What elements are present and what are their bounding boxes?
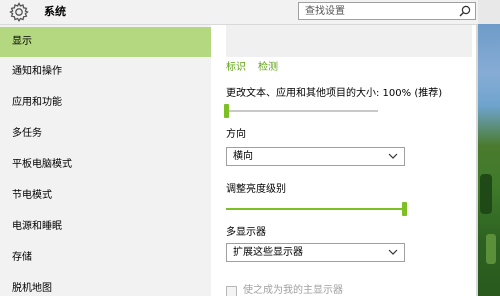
multiple-displays-dropdown[interactable]: 扩展这些显示器 (226, 243, 405, 262)
brightness-label: 调整亮度级别 (226, 184, 286, 195)
display-preview[interactable] (226, 25, 472, 57)
sidebar-item-storage[interactable]: 存储 (0, 243, 211, 273)
sidebar-item-tablet-mode[interactable]: 平板电脑模式 (0, 150, 211, 180)
search-input[interactable] (299, 3, 455, 19)
brightness-slider[interactable] (226, 208, 404, 210)
title-bar: 系统 (0, 0, 500, 25)
search-box[interactable] (298, 2, 476, 20)
sidebar-item-apps-features[interactable]: 应用和功能 (0, 88, 211, 118)
identify-link[interactable]: 标识 (226, 62, 246, 74)
sidebar-item-offline-maps[interactable]: 脱机地图 (0, 274, 211, 296)
display-settings-panel: 标识 检测 更改文本、应用和其他项目的大小: 100% (推荐) 方向 横向 调… (211, 25, 478, 296)
brightness-slider-thumb[interactable] (402, 202, 407, 216)
brightness-slider-fill (226, 208, 404, 210)
window-controls-edge (478, 0, 500, 24)
multiple-displays-value: 扩展这些显示器 (233, 247, 303, 258)
orientation-label: 方向 (226, 129, 246, 140)
scale-label: 更改文本、应用和其他项目的大小: 100% (推荐) (226, 88, 443, 99)
background-foliage (486, 234, 496, 264)
main-display-checkbox-label: 使之成为我的主显示器 (243, 285, 343, 296)
scale-slider-thumb[interactable] (224, 104, 229, 118)
background-tree (480, 174, 492, 214)
chevron-down-icon (388, 249, 398, 255)
sidebar-item-display[interactable]: 显示 (0, 27, 211, 57)
sidebar-item-power-sleep[interactable]: 电源和睡眠 (0, 212, 211, 242)
main-display-checkbox[interactable] (226, 286, 237, 296)
detect-link[interactable]: 检测 (258, 62, 278, 74)
chevron-down-icon (388, 153, 398, 159)
sidebar: 显示 通知和操作 应用和功能 多任务 平板电脑模式 节电模式 电源和睡眠 存储 … (0, 25, 211, 296)
scale-slider[interactable] (226, 110, 378, 112)
desktop-background (478, 24, 500, 296)
gear-icon (9, 2, 29, 23)
settings-window: 系统 显示 通知和操作 应用和功能 多任务 平板电脑模式 节电模式 电源和睡眠 … (0, 0, 500, 296)
sidebar-item-battery-saver[interactable]: 节电模式 (0, 181, 211, 211)
orientation-value: 横向 (233, 151, 253, 162)
sidebar-item-multitasking[interactable]: 多任务 (0, 119, 211, 149)
window-title: 系统 (44, 5, 66, 18)
orientation-dropdown[interactable]: 横向 (226, 147, 405, 166)
sidebar-item-notifications[interactable]: 通知和操作 (0, 57, 211, 87)
search-icon[interactable] (459, 5, 471, 17)
multiple-displays-label: 多显示器 (226, 227, 266, 238)
